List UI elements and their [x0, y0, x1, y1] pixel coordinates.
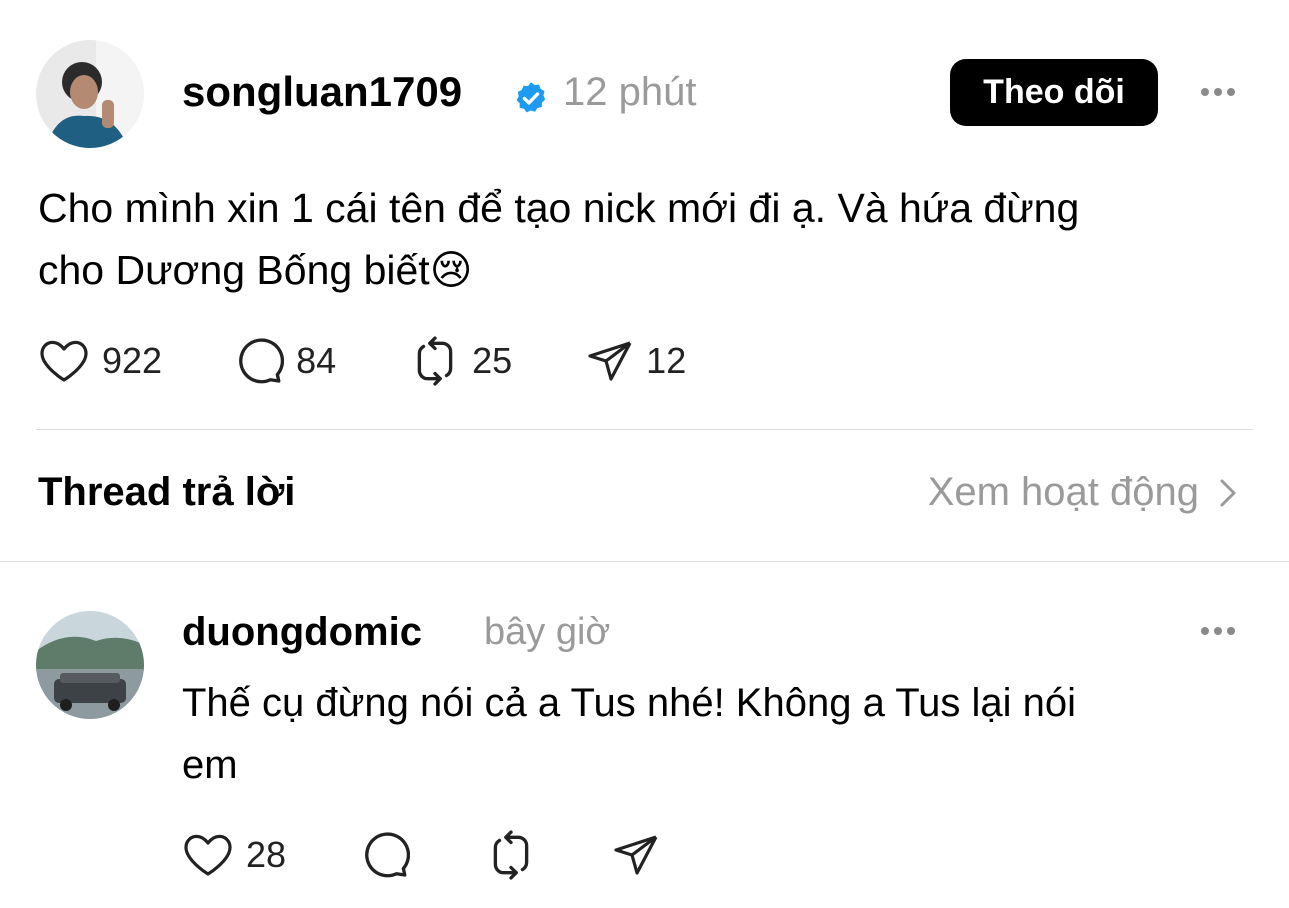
- reply-text-line-2: em: [182, 743, 238, 787]
- send-icon: [588, 341, 632, 381]
- heart-icon: [40, 340, 88, 382]
- post-text: Cho mình xin 1 cái tên để tạo nick mới đ…: [38, 177, 1079, 301]
- reply-like-count: 28: [246, 834, 287, 875]
- reply-comment-button[interactable]: [360, 830, 411, 880]
- post-text-line-1: Cho mình xin 1 cái tên để tạo nick mới đ…: [38, 185, 1080, 231]
- view-activity-label: Xem hoạt động: [927, 470, 1199, 514]
- share-button[interactable]: 12: [586, 337, 686, 385]
- comment-count: 84: [296, 340, 337, 381]
- repost-count: 25: [472, 340, 513, 381]
- view-activity-link[interactable]: Xem hoạt động: [928, 470, 1237, 515]
- comment-icon: [365, 832, 411, 878]
- reply-text: Thế cụ đừng nói cả a Tus nhé! Không a Tu…: [182, 672, 1076, 796]
- reply-actions: 28: [182, 830, 660, 880]
- repost-icon: [417, 336, 453, 386]
- post-actions: 922 84 25 12: [38, 336, 686, 386]
- like-button[interactable]: 922: [38, 337, 162, 385]
- repost-button[interactable]: 25: [410, 336, 512, 386]
- chevron-right-icon: [1220, 479, 1236, 506]
- avatar[interactable]: [36, 40, 144, 148]
- reply-share-button[interactable]: [612, 831, 660, 879]
- reply-more-options-icon[interactable]: [1201, 627, 1235, 635]
- like-count: 922: [102, 340, 163, 381]
- crying-face-emoji: 😢: [429, 247, 473, 293]
- follow-button[interactable]: Theo dõi: [950, 59, 1158, 126]
- comment-button[interactable]: 84: [234, 336, 336, 386]
- comment-icon: [239, 338, 285, 384]
- repost-icon: [493, 830, 529, 880]
- username[interactable]: songluan1709: [182, 68, 462, 116]
- share-count: 12: [646, 340, 687, 381]
- send-icon: [614, 835, 658, 875]
- reply-repost-button[interactable]: [486, 830, 536, 880]
- reply-username[interactable]: duongdomic: [182, 610, 422, 655]
- heart-icon: [184, 834, 232, 876]
- replies-section-title: Thread trả lời: [38, 470, 296, 514]
- reply-avatar[interactable]: [36, 611, 144, 719]
- reply-like-button[interactable]: 28: [182, 831, 286, 879]
- post-time: 12 phút: [563, 70, 697, 114]
- divider: [36, 429, 1253, 430]
- reply-text-line-1: Thế cụ đừng nói cả a Tus nhé! Không a Tu…: [182, 681, 1077, 725]
- more-options-icon[interactable]: [1201, 88, 1235, 96]
- verified-badge-icon: [513, 80, 549, 121]
- divider: [0, 561, 1289, 562]
- reply-time: bây giờ: [484, 611, 611, 653]
- post-text-line-2: cho Dương Bống biết😢: [38, 247, 473, 293]
